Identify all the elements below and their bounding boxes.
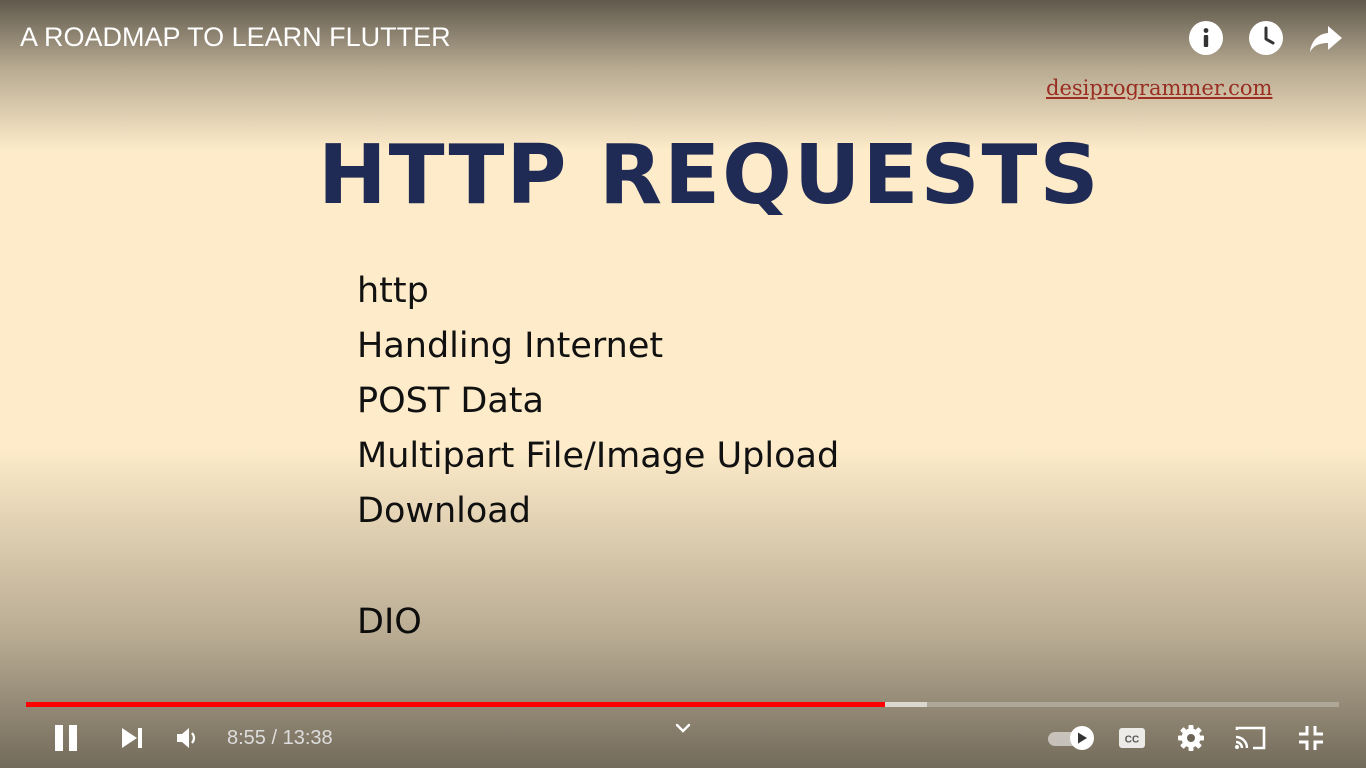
cast-button[interactable] — [1230, 712, 1270, 764]
video-title[interactable]: A ROADMAP TO LEARN FLUTTER — [20, 22, 451, 53]
next-button[interactable] — [114, 712, 150, 764]
topic-item: Multipart File/Image Upload — [357, 436, 840, 476]
chevron-down-icon — [675, 723, 691, 733]
autoplay-toggle-icon — [1048, 726, 1094, 750]
gear-icon — [1178, 725, 1204, 751]
topic-item: Download — [357, 491, 531, 531]
share-button[interactable] — [1308, 20, 1344, 56]
topic-item: POST Data — [357, 381, 544, 421]
autoplay-toggle[interactable] — [1044, 712, 1098, 764]
share-icon — [1310, 26, 1342, 52]
svg-text:CC: CC — [1125, 735, 1139, 746]
watch-later-button[interactable] — [1248, 20, 1284, 56]
video-frame: desiprogrammer.com HTTP REQUESTS http Ha… — [0, 0, 1366, 768]
subtitles-button[interactable]: CC — [1114, 712, 1150, 764]
skip-next-icon — [122, 728, 142, 748]
watermark-link: desiprogrammer.com — [1046, 76, 1273, 100]
topic-item: DIO — [357, 602, 422, 642]
info-icon — [1189, 21, 1223, 55]
control-bar: 8:55 / 13:38 CC — [0, 712, 1366, 764]
closed-captions-icon: CC — [1119, 728, 1145, 748]
volume-icon — [177, 728, 196, 748]
slide-heading: HTTP REQUESTS — [318, 128, 1101, 223]
topic-item: Handling Internet — [357, 326, 664, 366]
chapters-toggle-button[interactable] — [668, 702, 698, 754]
video-player[interactable]: desiprogrammer.com HTTP REQUESTS http Ha… — [0, 0, 1366, 768]
info-button[interactable] — [1188, 20, 1224, 56]
top-actions — [1188, 20, 1344, 56]
pause-icon — [55, 725, 77, 751]
topic-item: http — [357, 271, 429, 311]
clock-icon — [1249, 21, 1283, 55]
topic-list: http Handling Internet POST Data Multipa… — [357, 266, 839, 652]
mute-button[interactable] — [172, 712, 204, 764]
pause-button[interactable] — [46, 712, 86, 764]
time-display: 8:55 / 13:38 — [227, 727, 333, 749]
exit-fullscreen-icon — [1299, 726, 1323, 750]
settings-button[interactable] — [1174, 712, 1208, 764]
progress-played — [26, 702, 885, 707]
cast-icon — [1235, 726, 1266, 750]
exit-fullscreen-button[interactable] — [1294, 712, 1328, 764]
